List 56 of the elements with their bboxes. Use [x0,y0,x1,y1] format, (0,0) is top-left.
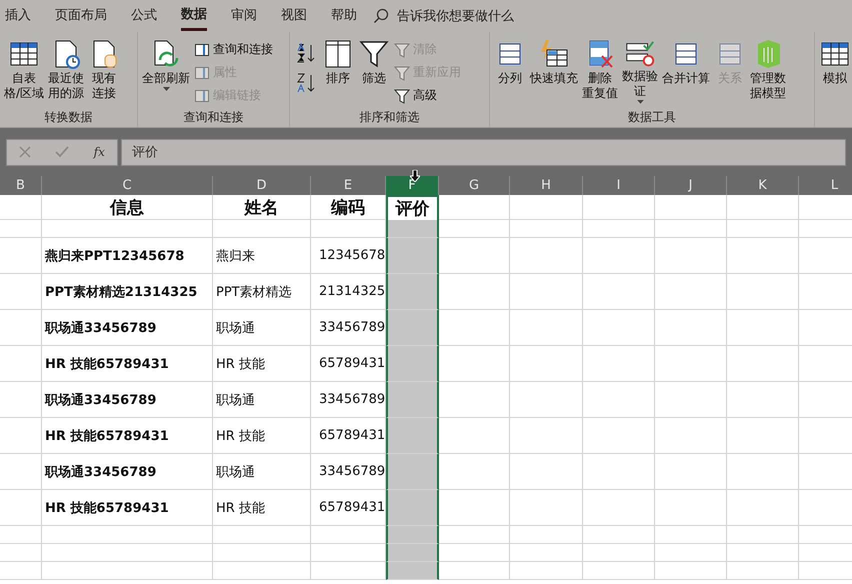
ribbon-button[interactable]: 筛选 [356,36,392,106]
column-header[interactable]: C [42,176,213,195]
ribbon-button[interactable]: 现有 连接 [86,36,122,106]
formula-field[interactable]: 评价 [121,138,846,166]
table-cell: HR 技能65789431 [42,346,213,382]
column-header[interactable]: I [583,176,655,195]
table-cell: HR 技能 [213,418,311,454]
ribbon-tab[interactable]: 视图 [281,1,307,31]
header-cell: 信息 [42,195,213,220]
tell-me-field[interactable]: 告诉我你想要做什么 [397,7,514,25]
group-label: 转换数据 [44,109,94,126]
ribbon-tab[interactable]: 审阅 [231,1,257,31]
ribbon-button[interactable]: 模拟 [817,36,852,106]
group-label: 查询和连接 [182,109,244,126]
table-cell: 职场通 [213,310,311,346]
ribbon-tab[interactable]: 帮助 [331,1,357,31]
ribbon-button[interactable]: 管理数 据模型 [748,36,788,106]
column-header[interactable]: B [0,176,42,195]
group-label: 排序和筛选 [358,109,420,126]
column-header[interactable]: D [213,176,311,195]
table-cell: PPT素材精选 [213,274,311,310]
ribbon-button[interactable]: 高级 [392,84,463,107]
column-header[interactable]: K [727,176,799,195]
table-cell: HR 技能65789431 [42,418,213,454]
ribbon-button[interactable]: 最近使 用的源 [46,36,86,106]
ribbon-button[interactable]: 快速填充 [528,36,580,106]
ribbon-button[interactable]: 数据验 证 [620,36,660,106]
table-cell: 职场通33456789 [42,382,213,418]
ribbon-button[interactable]: 查询和连接 [192,38,275,61]
ribbon-button[interactable]: 删除 重复值 [580,36,620,106]
ribbon-button[interactable]: 分列 [492,36,528,106]
ribbon-button[interactable]: 合并计算 [660,36,712,106]
table-cell: 燕归来 [213,238,311,274]
column-header[interactable]: G [439,176,510,195]
table-cell: 职场通 [213,382,311,418]
column-header[interactable]: H [510,176,583,195]
ribbon-button[interactable]: 排序 [320,36,356,106]
ribbon-tab[interactable]: 公式 [131,1,157,31]
table-cell: PPT素材精选21314325 [42,274,213,310]
insert-function-button[interactable]: fx [94,145,105,159]
table-cell: 职场通33456789 [42,310,213,346]
table-cell: 燕归来PPT12345678 [42,238,213,274]
ribbon-tab[interactable]: 插入 [5,1,31,31]
ribbon-button[interactable]: 自表 格/区域 [2,36,46,106]
table-cell: HR 技能 [213,346,311,382]
column-header[interactable]: J [655,176,727,195]
table-cell: 职场通 [213,454,311,490]
table-cell: 职场通33456789 [42,454,213,490]
group-label: 数据工具 [627,109,677,126]
ribbon-button[interactable]: 全部刷新 [140,36,192,106]
header-cell: 评价 [386,195,439,220]
header-cell: 姓名 [213,195,311,220]
table-cell: HR 技能 [213,490,311,526]
column-header[interactable]: L [799,176,852,195]
table-cell: HR 技能65789431 [42,490,213,526]
ribbon-tab[interactable]: 页面布局 [55,1,107,31]
